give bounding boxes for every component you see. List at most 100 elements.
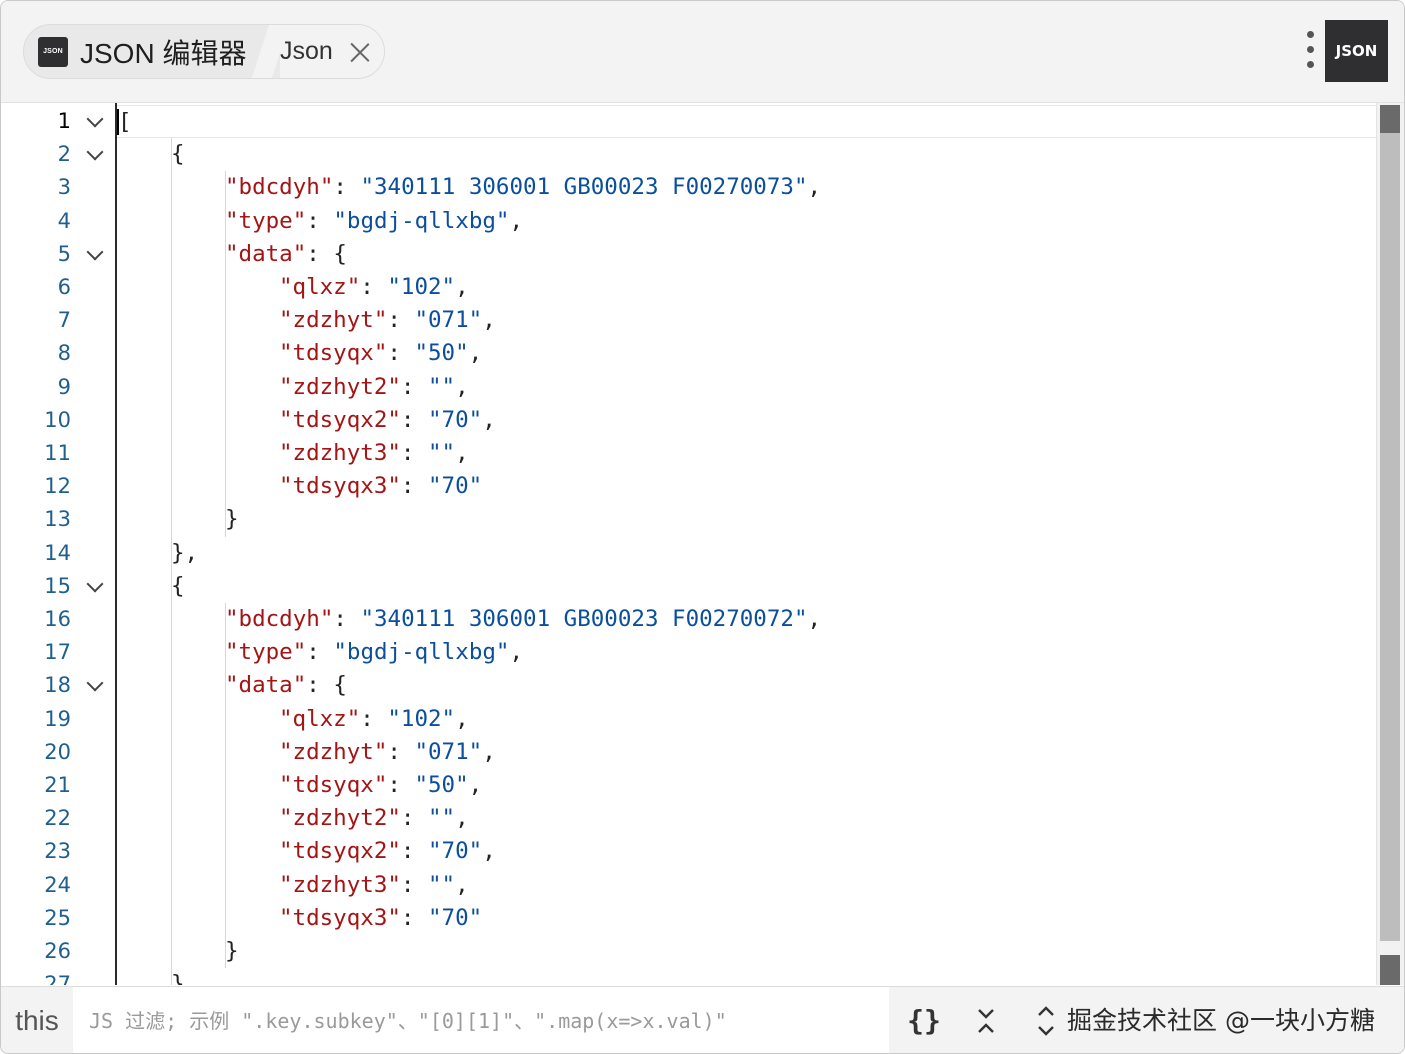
line-number: 24: [44, 872, 71, 897]
json-key: "tdsyqx": [279, 772, 388, 798]
this-label: this: [15, 1004, 59, 1036]
line-number: 27: [44, 972, 71, 985]
json-punctuation: },: [171, 539, 199, 566]
json-punctuation: ,: [455, 871, 469, 898]
json-logo-icon: JSON: [38, 36, 68, 67]
tab-json-label: Json: [280, 37, 333, 65]
json-punctuation: }: [225, 506, 239, 533]
json-punctuation: :: [333, 174, 361, 201]
more-menu-icon[interactable]: [1301, 31, 1321, 73]
code-line: "bdcdyh": "340111 306001 GB00023 F002700…: [117, 171, 1377, 204]
tab-bar: JSON JSON 编辑器 Json: [23, 24, 385, 79]
format-button[interactable]: {}: [899, 987, 949, 1053]
json-punctuation: :: [400, 805, 429, 832]
code-line: "tdsyqx3": "70": [117, 470, 1377, 503]
line-number: 10: [44, 407, 71, 432]
code-line: {: [117, 138, 1377, 171]
line-number: 22: [44, 806, 71, 831]
code-area[interactable]: [ { "bdcdyh": "340111 306001 GB00023 F0027…: [117, 103, 1377, 985]
code-line: [: [117, 105, 1377, 138]
js-filter-input[interactable]: [73, 987, 889, 1053]
line-number: 23: [44, 839, 71, 864]
expand-all-icon: [1038, 1005, 1054, 1036]
expand-all-button[interactable]: [1021, 987, 1071, 1053]
code-line: "zdzhyt3": "",: [117, 869, 1377, 902]
json-punctuation: ,: [482, 738, 496, 765]
json-punctuation: :: [400, 838, 429, 865]
json-punctuation: {: [171, 141, 185, 168]
close-icon[interactable]: [349, 41, 371, 63]
code-line: },: [117, 968, 1377, 985]
text-cursor: [117, 109, 119, 135]
code-line: "zdzhyt2": "",: [117, 802, 1377, 835]
scrollbar-thumb[interactable]: [1380, 105, 1400, 941]
json-string-value: "102": [387, 705, 456, 732]
line-number: 21: [44, 773, 71, 797]
json-key: "qlxz": [279, 274, 361, 300]
json-punctuation: :: [387, 340, 415, 367]
code-line: "tdsyqx": "50",: [117, 769, 1377, 802]
fold-chevron-icon[interactable]: [85, 669, 105, 702]
json-key: "tdsyqx2": [279, 406, 401, 433]
code-line: "data": {: [117, 238, 1377, 271]
code-line: "tdsyqx": "50",: [117, 337, 1377, 370]
json-key: "tdsyqx3": [279, 904, 401, 931]
json-punctuation: :: [400, 440, 429, 466]
code-line: "tdsyqx2": "70",: [117, 835, 1377, 868]
json-key: "zdzhyt3": [279, 440, 401, 466]
scrollbar-marker-top: [1380, 105, 1400, 133]
json-key: "tdsyqx3": [279, 473, 401, 500]
line-number: 20: [44, 739, 71, 764]
json-punctuation: },: [171, 971, 199, 985]
fold-chevron-icon[interactable]: [85, 138, 105, 171]
json-string-value: "340111 306001 GB00023 F00270073": [360, 174, 808, 201]
code-line: "zdzhyt3": "",: [117, 437, 1377, 470]
json-editor-window: JSON JSON 编辑器 Json JSON 1 2 3 4 5 6 7 8 9 10 11 12 1…: [0, 0, 1405, 1054]
json-punctuation: ,: [509, 639, 524, 666]
json-key: "data": [225, 240, 307, 267]
json-key: "zdzhyt": [279, 307, 388, 334]
fold-chevron-icon[interactable]: [85, 238, 105, 271]
json-string-value: "": [428, 871, 456, 898]
code-line: },: [117, 537, 1377, 570]
json-string-value: "bgdj-qllxbg": [333, 639, 510, 666]
app-tab[interactable]: JSON JSON 编辑器: [24, 25, 269, 78]
line-number: 1: [57, 109, 71, 133]
code-line: "bdcdyh": "340111 306001 GB00023 F002700…: [117, 603, 1377, 636]
line-number: 3: [57, 175, 71, 200]
json-string-value: "102": [387, 274, 456, 300]
line-number: 11: [44, 441, 71, 465]
json-string-value: "70": [428, 904, 483, 931]
json-punctuation: :: [333, 606, 361, 632]
json-punctuation: :: [400, 473, 429, 500]
vertical-scrollbar[interactable]: [1376, 103, 1404, 985]
json-punctuation: ,: [807, 606, 822, 632]
json-key: "type": [225, 639, 307, 666]
fold-chevron-icon[interactable]: [85, 105, 105, 138]
json-punctuation: ,: [455, 805, 469, 832]
tab-json[interactable]: Json: [280, 25, 384, 78]
json-punctuation: ,: [468, 340, 483, 367]
line-number: 6: [57, 275, 71, 299]
json-key: "zdzhyt2": [279, 373, 401, 400]
collapse-all-button[interactable]: [961, 987, 1011, 1053]
code-line: "zdzhyt": "071",: [117, 736, 1377, 769]
json-punctuation: : {: [306, 672, 347, 699]
json-string-value: "": [428, 373, 456, 400]
fold-chevron-icon[interactable]: [85, 570, 105, 603]
code-line: "zdzhyt": "071",: [117, 304, 1377, 337]
json-app-logo[interactable]: JSON: [1325, 20, 1388, 82]
json-punctuation: :: [387, 307, 415, 334]
json-key: "data": [225, 672, 307, 699]
line-number: 19: [44, 706, 71, 731]
header-bar: JSON JSON 编辑器 Json JSON: [1, 1, 1404, 103]
code-line: "qlxz": "102",: [117, 271, 1377, 304]
indent-guide: [171, 138, 172, 570]
json-punctuation: :: [306, 207, 334, 234]
json-punctuation: ,: [509, 207, 524, 234]
line-number: 9: [57, 374, 71, 399]
json-punctuation: : {: [306, 240, 347, 267]
code-editor[interactable]: 1 2 3 4 5 6 7 8 9 10 11 12 13 14 15 16 17 18 19 20 21 22 23 24 2…: [1, 103, 1404, 985]
json-punctuation: :: [306, 639, 334, 666]
json-key: "zdzhyt2": [279, 805, 401, 832]
